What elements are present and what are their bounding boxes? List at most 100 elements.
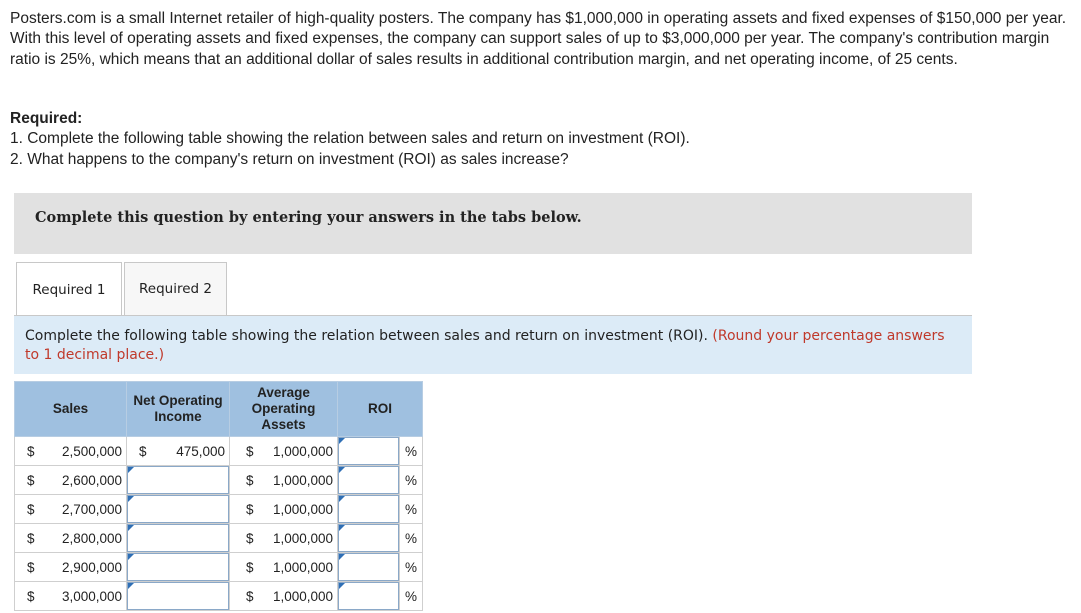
roi-input-cell: [337, 465, 400, 495]
table-row: $2,900,000 $1,000,000%: [14, 552, 423, 582]
currency-symbol: $: [246, 501, 254, 517]
noi-amount: 475,000: [176, 443, 225, 459]
noi-cell: $475,000: [126, 436, 230, 466]
sales-cell: $2,700,000: [14, 494, 127, 524]
currency-symbol: $: [27, 588, 35, 604]
currency-symbol: $: [246, 530, 254, 546]
roi-input-cell: [337, 523, 400, 553]
assets-cell: $1,000,000: [229, 552, 338, 582]
header-assets-line3: Assets: [261, 417, 306, 432]
sales-cell: $2,500,000: [14, 436, 127, 466]
header-noi: Net Operating Income: [126, 381, 230, 437]
sales-cell: $3,000,000: [14, 581, 127, 611]
noi-input-cell: [126, 581, 230, 611]
sales-value: $2,700,000: [15, 495, 126, 523]
roi-input[interactable]: [339, 438, 398, 464]
header-assets-line2: Operating: [251, 401, 316, 416]
currency-symbol: $: [246, 559, 254, 575]
percent-sign: %: [399, 494, 423, 524]
required-item-1: 1. Complete the following table showing …: [10, 130, 690, 148]
assets-value: $1,000,000: [230, 553, 337, 581]
assets-value: $1,000,000: [230, 466, 337, 494]
tab-instructions: Complete the following table showing the…: [14, 316, 972, 374]
header-assets-line1: Average: [257, 385, 310, 400]
roi-input[interactable]: [339, 467, 398, 493]
roi-input[interactable]: [339, 554, 398, 580]
sales-amount: 2,600,000: [61, 472, 122, 488]
percent-sign: %: [399, 436, 423, 466]
tab-required-1[interactable]: Required 1: [16, 262, 122, 316]
table-row: $2,500,000 $475,000 $1,000,000%: [14, 436, 423, 466]
currency-symbol: $: [27, 530, 35, 546]
sales-amount: 2,500,000: [61, 443, 122, 459]
page: Posters.com is a small Internet retailer…: [0, 0, 1081, 613]
assets-cell: $1,000,000: [229, 523, 338, 553]
roi-input[interactable]: [339, 583, 398, 609]
noi-input-cell: [126, 494, 230, 524]
assets-value: $1,000,000: [230, 582, 337, 610]
required-title: Required:: [10, 110, 83, 127]
table-row: $3,000,000 $1,000,000%: [14, 581, 423, 611]
sales-cell: $2,600,000: [14, 465, 127, 495]
required-item-2: 2. What happens to the company's return …: [10, 150, 569, 168]
roi-input-wrap: [338, 553, 399, 581]
tab-required-2[interactable]: Required 2: [124, 262, 227, 315]
assets-amount: 1,000,000: [272, 501, 333, 517]
roi-table: Sales Net Operating Income Average Operati…: [14, 381, 423, 611]
noi-input-cell: [126, 523, 230, 553]
assets-value: $1,000,000: [230, 495, 337, 523]
percent-sign: %: [399, 465, 423, 495]
currency-symbol: $: [27, 559, 35, 575]
assets-amount: 1,000,000: [272, 472, 333, 488]
noi-input[interactable]: [128, 554, 228, 580]
sales-amount: 3,000,000: [61, 588, 122, 604]
assets-cell: $1,000,000: [229, 494, 338, 524]
roi-input-wrap: [338, 524, 399, 552]
currency-symbol: $: [27, 501, 35, 517]
currency-symbol: $: [27, 443, 35, 459]
assets-amount: 1,000,000: [272, 559, 333, 575]
noi-input-wrap: [127, 582, 229, 610]
currency-symbol: $: [27, 472, 35, 488]
sales-value: $2,900,000: [15, 553, 126, 581]
currency-symbol: $: [246, 472, 254, 488]
header-roi: ROI: [337, 381, 423, 437]
sales-value: $2,800,000: [15, 524, 126, 552]
noi-value: $475,000: [127, 437, 229, 465]
assets-amount: 1,000,000: [272, 530, 333, 546]
sales-amount: 2,900,000: [61, 559, 122, 575]
sales-amount: 2,700,000: [61, 501, 122, 517]
roi-input-wrap: [338, 495, 399, 523]
table-header-row: Sales Net Operating Income Average Operati…: [14, 381, 423, 437]
noi-input-wrap: [127, 466, 229, 494]
assets-value: $1,000,000: [230, 437, 337, 465]
noi-input[interactable]: [128, 467, 228, 493]
noi-input-wrap: [127, 524, 229, 552]
percent-sign: %: [399, 523, 423, 553]
noi-input[interactable]: [128, 525, 228, 551]
banner-text: Complete this question by entering your …: [35, 209, 582, 226]
table-row: $2,600,000 $1,000,000%: [14, 465, 423, 495]
currency-symbol: $: [246, 588, 254, 604]
roi-input[interactable]: [339, 525, 398, 551]
sales-cell: $2,800,000: [14, 523, 127, 553]
noi-input[interactable]: [128, 496, 228, 522]
roi-input[interactable]: [339, 496, 398, 522]
currency-symbol: $: [246, 443, 254, 459]
percent-sign: %: [399, 552, 423, 582]
sales-value: $3,000,000: [15, 582, 126, 610]
header-sales: Sales: [14, 381, 127, 437]
percent-sign: %: [399, 581, 423, 611]
roi-input-wrap: [338, 437, 399, 465]
sales-amount: 2,800,000: [61, 530, 122, 546]
assets-amount: 1,000,000: [272, 443, 333, 459]
noi-input-cell: [126, 465, 230, 495]
noi-input[interactable]: [128, 583, 228, 609]
roi-input-cell: [337, 494, 400, 524]
instructions-text: Complete the following table showing the…: [25, 327, 955, 365]
table-body: $2,500,000 $475,000 $1,000,000% $2,600,000 $…: [14, 436, 423, 611]
noi-input-cell: [126, 552, 230, 582]
noi-input-wrap: [127, 495, 229, 523]
assets-cell: $1,000,000: [229, 436, 338, 466]
assets-value: $1,000,000: [230, 524, 337, 552]
